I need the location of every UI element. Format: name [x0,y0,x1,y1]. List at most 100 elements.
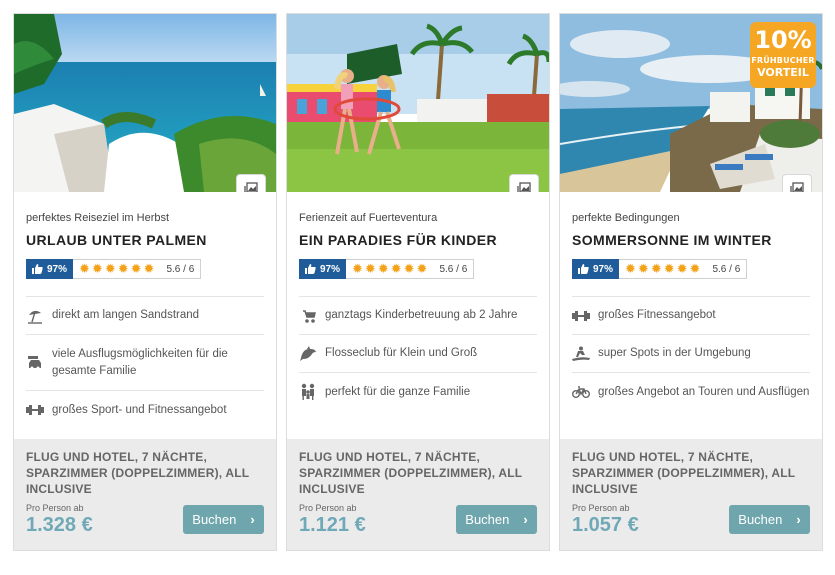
photo-children-playing [287,14,549,192]
chevron-right-icon: › [523,512,528,527]
gallery-button[interactable] [782,174,812,192]
offer-description: FLUG UND HOTEL, 7 NÄCHTE, SPARZIMMER (DO… [299,450,523,496]
feature-text: ganztags Kinderbetreuung ab 2 Jahre [325,309,518,321]
sun-star-icon: ✹ [390,261,402,277]
price-label: Pro Person ab [299,503,357,513]
feature-item: großes Angebot an Touren und Ausflügen [572,373,810,411]
feature-text: direkt am langen Sandstrand [52,309,200,321]
card-title[interactable]: SOMMERSONNE IM WINTER [572,232,810,248]
feature-item: super Spots in der Umgebung [572,335,810,373]
rating: 97% ✹ ✹ ✹ ✹ ✹ ✹ 5.6 / 6 [26,258,264,280]
sun-star-icon: ✹ [117,261,129,277]
thumbs-up-icon [578,264,589,274]
feature-text: großes Fitnessangebot [598,309,716,321]
gallery-icon [790,182,804,192]
offer-cards: perfektes Reiseziel im Herbst URLAUB UNT… [0,0,835,575]
hotel-photo[interactable] [287,14,549,192]
badge-percent: 10% [754,26,812,54]
feature-list: großes Fitnessangebot super Spots in der… [572,296,810,411]
rating: 97% ✹ ✹ ✹ ✹ ✹ ✹ 5.6 / 6 [572,258,810,280]
photo-palms-sea [14,14,276,192]
early-booking-badge: 10% FRÜHBUCHER VORTEIL [750,22,816,88]
dumbbell-icon [26,404,44,416]
family-icon [299,383,317,401]
recommendation-percent: 97% [47,263,68,275]
book-button-label: Buchen [192,512,237,527]
sun-star-icon: ✹ [104,261,116,277]
offer-footer: FLUG UND HOTEL, 7 NÄCHTE, SPARZIMMER (DO… [560,439,822,550]
feature-text: super Spots in der Umgebung [598,347,751,359]
recommendation-badge: 97% [26,259,74,279]
hotel-photo[interactable] [14,14,276,192]
chevron-right-icon: › [250,512,255,527]
dolphin-icon [299,345,317,362]
sun-star-icon: ✹ [625,261,636,277]
book-button-label: Buchen [738,512,783,527]
sun-star-icon: ✹ [79,261,90,277]
sun-star-icon: ✹ [637,261,649,277]
feature-list: direkt am langen Sandstrand viele Ausflu… [26,296,264,429]
feature-text: Flosseclub für Klein und Groß [325,347,478,359]
offer-card[interactable]: Ferienzeit auf Fuerteventura EIN PARADIE… [286,13,550,551]
thumbs-up-icon [32,264,43,274]
price: 1.057 € [572,514,639,536]
gallery-button[interactable] [509,174,539,192]
star-rating: ✹ ✹ ✹ ✹ ✹ ✹ 5.6 / 6 [619,259,748,279]
bicycle-icon [572,386,590,398]
sun-star-icon: ✹ [663,261,675,277]
beach-umbrella-icon [26,308,44,324]
rating: 97% ✹ ✹ ✹ ✹ ✹ ✹ 5.6 / 6 [299,258,537,280]
price-label: Pro Person ab [26,503,84,513]
hotel-photo[interactable]: 10% FRÜHBUCHER VORTEIL [560,14,822,192]
thumbs-up-icon [305,264,316,274]
feature-text: perfekt für die ganze Familie [325,385,471,398]
sun-star-icon: ✹ [130,261,142,277]
badge-line1: FRÜHBUCHER [751,56,815,65]
rating-score: 5.6 / 6 [166,263,195,275]
recommendation-badge: 97% [299,259,347,279]
badge-line2: VORTEIL [757,66,809,79]
sun-star-icon: ✹ [377,261,389,277]
offer-description: FLUG UND HOTEL, 7 NÄCHTE, SPARZIMMER (DO… [572,450,796,496]
gallery-button[interactable] [236,174,266,192]
feature-text: viele Ausflugsmöglichkeiten für die gesa… [52,347,228,377]
offer-footer: FLUG UND HOTEL, 7 NÄCHTE, SPARZIMMER (DO… [287,439,549,550]
offer-card[interactable]: perfektes Reiseziel im Herbst URLAUB UNT… [13,13,277,551]
feature-item: großes Sport- und Fitnessangebot [26,391,264,429]
card-title[interactable]: URLAUB UNTER PALMEN [26,232,264,248]
feature-item: perfekt für die ganze Familie [299,373,537,411]
chevron-right-icon: › [796,512,801,527]
card-title[interactable]: EIN PARADIES FÜR KINDER [299,232,537,248]
car-icon [26,355,44,371]
sun-star-icon: ✹ [91,261,103,277]
feature-item: großes Fitnessangebot [572,297,810,335]
recommendation-percent: 97% [320,263,341,275]
feature-list: ganztags Kinderbetreuung ab 2 Jahre Flos… [299,296,537,411]
rating-score: 5.6 / 6 [712,263,741,275]
card-subtitle: Ferienzeit auf Fuerteventura [299,212,438,224]
book-button[interactable]: Buchen › [183,505,264,534]
card-subtitle: perfektes Reiseziel im Herbst [26,212,170,224]
gallery-icon [517,182,531,192]
feature-item: viele Ausflugsmöglichkeiten für die gesa… [26,335,264,391]
sun-star-icon: ✹ [352,261,363,277]
card-subtitle: perfekte Bedingungen [572,212,680,224]
book-button[interactable]: Buchen › [729,505,810,534]
star-rating: ✹ ✹ ✹ ✹ ✹ ✹ 5.6 / 6 [346,259,475,279]
stroller-icon [299,308,317,324]
offer-description: FLUG UND HOTEL, 7 NÄCHTE, SPARZIMMER (DO… [26,450,250,496]
book-button-label: Buchen [465,512,510,527]
feature-item: ganztags Kinderbetreuung ab 2 Jahre [299,297,537,335]
offer-footer: FLUG UND HOTEL, 7 NÄCHTE, SPARZIMMER (DO… [14,439,276,550]
gallery-icon [244,182,258,192]
recommendation-percent: 97% [593,263,614,275]
sun-star-icon: ✹ [364,261,376,277]
sun-star-icon: ✹ [689,261,701,277]
book-button[interactable]: Buchen › [456,505,537,534]
dumbbell-icon [572,310,590,322]
offer-card[interactable]: 10% FRÜHBUCHER VORTEIL perfekte Bedingun… [559,13,823,551]
sun-star-icon: ✹ [416,261,428,277]
price: 1.328 € [26,514,93,536]
price-label: Pro Person ab [572,503,630,513]
surfer-icon [572,346,590,362]
